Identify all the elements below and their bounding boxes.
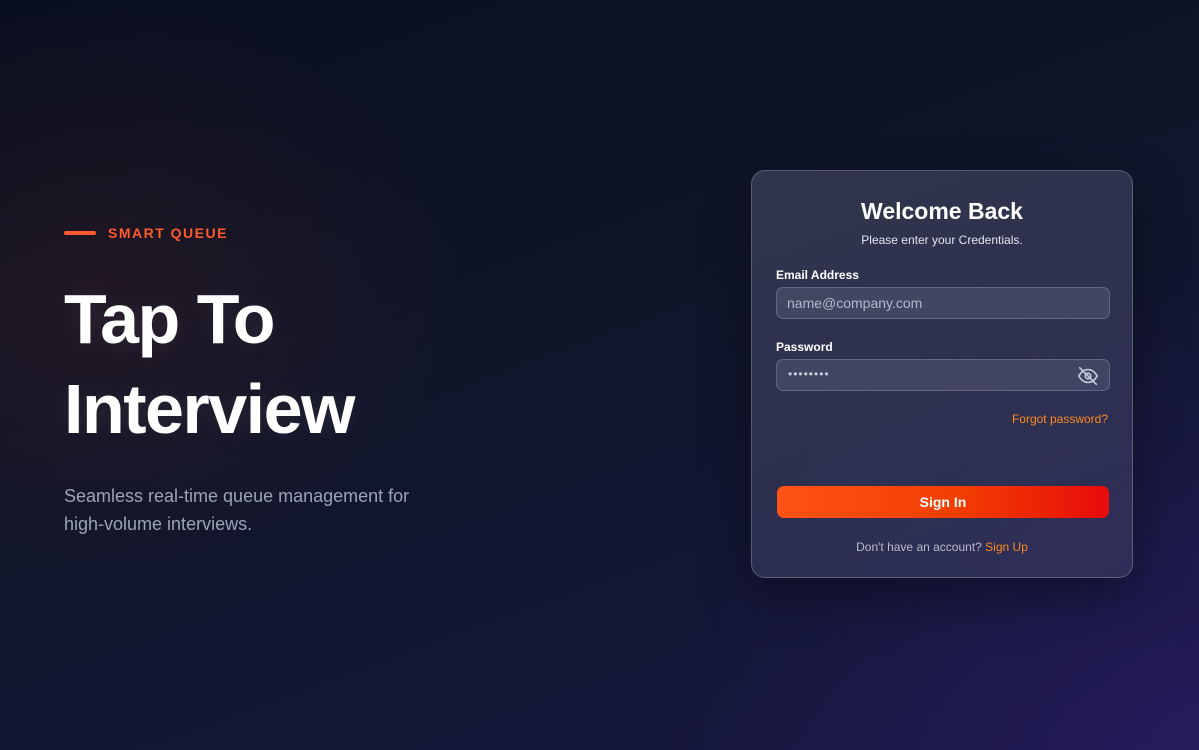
hero-section: SMART QUEUE Tap To Interview Seamless re… [64, 222, 524, 538]
eyebrow-accent-line [64, 231, 96, 235]
hero-title-line-1: Tap To [64, 280, 276, 358]
email-input[interactable] [776, 287, 1110, 319]
signup-prompt: Don't have an account? [856, 540, 982, 554]
hero-subtitle: Seamless real-time queue management for … [64, 486, 410, 534]
eye-off-icon[interactable] [1077, 365, 1099, 387]
forgot-password-link[interactable]: Forgot password? [1012, 412, 1108, 426]
eyebrow: SMART QUEUE [64, 222, 524, 244]
sign-up-link[interactable]: Sign Up [985, 540, 1028, 554]
login-title: Welcome Back [861, 198, 1023, 224]
sign-in-button[interactable]: Sign In [777, 486, 1109, 518]
eyebrow-text: SMART QUEUE [108, 225, 228, 241]
password-input[interactable]: •••••••• [776, 359, 1110, 391]
email-label: Email Address [776, 268, 859, 282]
password-label: Password [776, 340, 833, 354]
signup-row: Don't have an account? Sign Up [752, 540, 1132, 554]
login-subtitle: Please enter your Credentials. [861, 233, 1023, 247]
hero-title-line-2: Interview [64, 370, 355, 448]
hero-title: Tap To Interview [64, 274, 524, 454]
password-masked-value: •••••••• [788, 367, 830, 381]
login-card: Welcome Back Please enter your Credentia… [751, 170, 1133, 578]
